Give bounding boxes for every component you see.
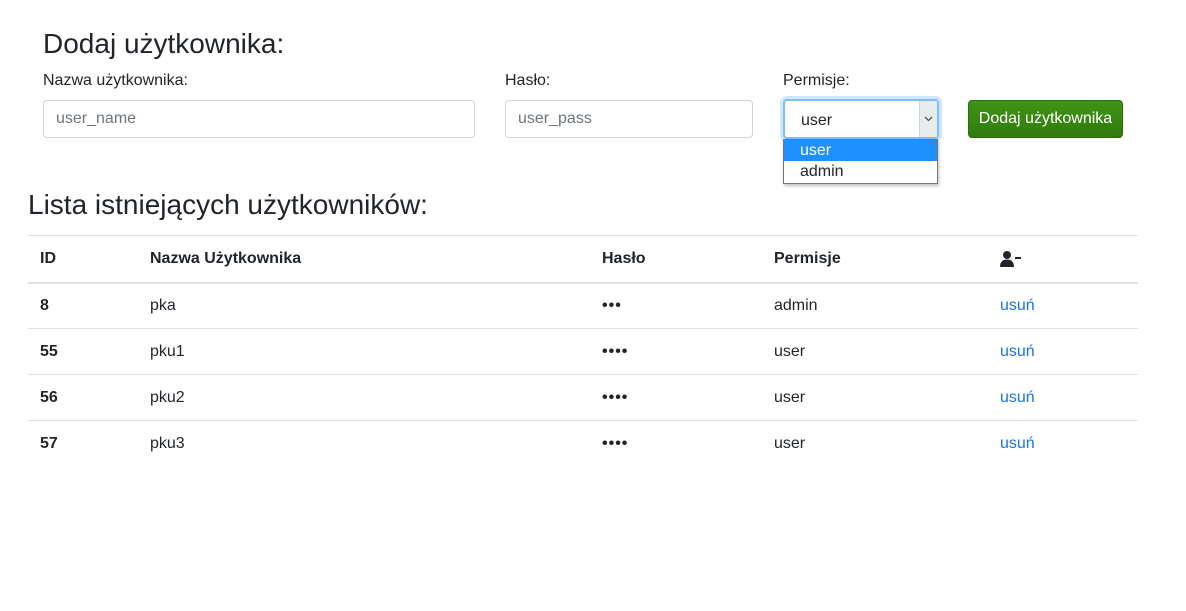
password-input[interactable] bbox=[505, 100, 753, 138]
user-id: 8 bbox=[40, 296, 49, 314]
table-row: 57 pku3 •••• user usuń bbox=[28, 421, 1138, 467]
permissions-option-user[interactable]: user bbox=[784, 140, 937, 161]
user-name: pku2 bbox=[150, 388, 185, 406]
column-header-password: Hasło bbox=[602, 249, 646, 267]
user-name: pka bbox=[150, 296, 176, 314]
permissions-select[interactable]: user bbox=[783, 99, 939, 139]
user-id: 55 bbox=[40, 342, 58, 360]
permissions-dropdown-list: user admin bbox=[783, 139, 938, 184]
delete-user-link[interactable]: usuń bbox=[1000, 435, 1035, 452]
username-input[interactable] bbox=[43, 100, 475, 138]
password-label: Hasło: bbox=[505, 72, 551, 89]
user-password: •••• bbox=[602, 342, 629, 360]
user-permissions: user bbox=[774, 434, 806, 452]
user-id: 56 bbox=[40, 388, 58, 406]
table-header-row: ID Nazwa Użytkownika Hasło Permisje bbox=[28, 235, 1138, 283]
column-header-id: ID bbox=[40, 249, 56, 267]
user-password: •••• bbox=[602, 388, 629, 406]
column-header-name: Nazwa Użytkownika bbox=[150, 249, 302, 267]
user-permissions: user bbox=[774, 388, 806, 406]
column-header-permissions: Permisje bbox=[774, 249, 841, 267]
user-name: pku3 bbox=[150, 434, 185, 452]
delete-user-link[interactable]: usuń bbox=[1000, 389, 1035, 406]
column-header-action bbox=[988, 236, 1138, 283]
username-label: Nazwa użytkownika: bbox=[43, 72, 188, 89]
user-password: •••• bbox=[602, 434, 629, 452]
permissions-select-value: user bbox=[801, 112, 833, 129]
user-permissions: admin bbox=[774, 296, 818, 314]
user-password: ••• bbox=[602, 296, 622, 314]
permissions-option-admin[interactable]: admin bbox=[784, 161, 937, 182]
table-row: 55 pku1 •••• user usuń bbox=[28, 329, 1138, 375]
users-table: ID Nazwa Użytkownika Hasło Permisje 8 pk… bbox=[28, 235, 1138, 467]
chevron-down-icon[interactable] bbox=[919, 101, 937, 137]
add-user-button[interactable]: Dodaj użytkownika bbox=[968, 100, 1123, 138]
user-permissions: user bbox=[774, 342, 806, 360]
delete-user-link[interactable]: usuń bbox=[1000, 343, 1035, 360]
add-user-title: Dodaj użytkownika: bbox=[43, 28, 285, 59]
users-list-title: Lista istniejących użytkowników: bbox=[28, 189, 428, 220]
user-id: 57 bbox=[40, 434, 58, 452]
permissions-label: Permisje: bbox=[783, 72, 850, 89]
user-name: pku1 bbox=[150, 342, 185, 360]
user-minus-icon bbox=[1000, 250, 1021, 267]
delete-user-link[interactable]: usuń bbox=[1000, 297, 1035, 314]
table-row: 56 pku2 •••• user usuń bbox=[28, 375, 1138, 421]
table-row: 8 pka ••• admin usuń bbox=[28, 283, 1138, 329]
